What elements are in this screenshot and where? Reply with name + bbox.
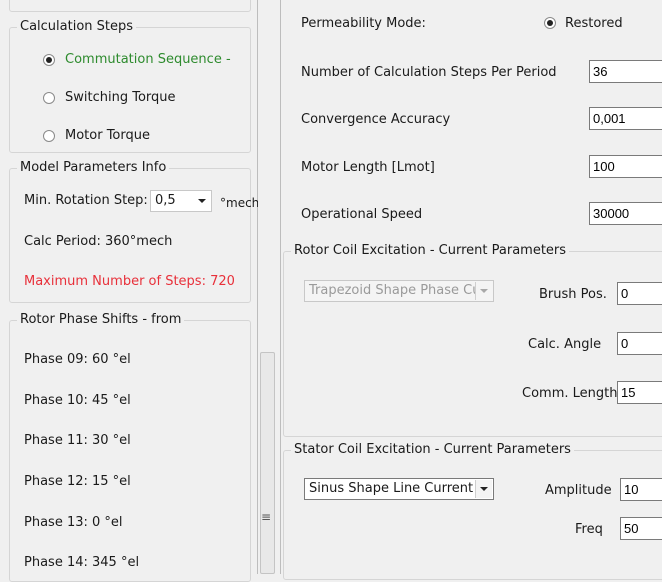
- brush-pos-label: Brush Pos.: [539, 287, 607, 302]
- rotor-phase-shifts-group: Rotor Phase Shifts - from Phase 09: 60 °…: [9, 312, 251, 582]
- panel-splitter[interactable]: ≡: [258, 0, 280, 574]
- motor-length-label: Motor Length [Lmot]: [301, 160, 435, 175]
- radio-label: Restored: [565, 16, 623, 31]
- freq-label: Freq: [575, 522, 603, 537]
- radio-label: Motor Torque: [65, 128, 150, 143]
- stator-excitation-group: Stator Coil Excitation - Current Paramet…: [283, 442, 662, 580]
- list-item: Phase 10: 45 °el: [24, 393, 131, 408]
- min-rotation-select[interactable]: 0,5: [150, 190, 212, 212]
- calc-steps-label: Number of Calculation Steps Per Period: [301, 65, 557, 80]
- convergence-accuracy-label: Convergence Accuracy: [301, 112, 451, 127]
- motor-length-input[interactable]: [589, 155, 662, 178]
- rotor-excitation-title: Rotor Coil Excitation - Current Paramete…: [291, 243, 570, 259]
- list-item: Phase 11: 30 °el: [24, 433, 131, 448]
- model-parameters-title: Model Parameters Info: [17, 160, 170, 176]
- max-steps-text: Maximum Number of Steps: 720: [24, 274, 235, 289]
- comm-length-label: Comm. Length: [522, 386, 618, 401]
- convergence-accuracy-input[interactable]: [589, 107, 662, 130]
- stator-shape-select[interactable]: Sinus Shape Line Current: [304, 478, 494, 500]
- calc-steps-input[interactable]: [589, 60, 662, 83]
- radio-label: Commutation Sequence -: [65, 52, 231, 67]
- splitter-handle[interactable]: [260, 352, 275, 574]
- rotor-phase-shifts-title: Rotor Phase Shifts - from: [17, 312, 185, 328]
- amplitude-input[interactable]: [620, 478, 662, 501]
- comm-length-input[interactable]: [617, 381, 662, 404]
- brush-pos-input[interactable]: [617, 282, 662, 305]
- calc-angle-input[interactable]: [617, 332, 662, 355]
- rotor-shape-select[interactable]: Trapezoid Shape Phase Cu: [304, 280, 494, 302]
- stator-excitation-title: Stator Coil Excitation - Current Paramet…: [291, 442, 574, 458]
- calculation-steps-title: Calculation Steps: [17, 19, 137, 35]
- operational-speed-label: Operational Speed: [301, 207, 423, 222]
- left-panel: Calculation Steps Commutation Sequence -…: [0, 0, 259, 582]
- radio-indicator[interactable]: [544, 17, 556, 29]
- min-rotation-label: Min. Rotation Step:: [24, 193, 148, 208]
- chevron-down-icon[interactable]: [193, 192, 210, 210]
- radio-indicator[interactable]: [43, 92, 55, 104]
- list-item: Phase 13: 0 °el: [24, 515, 123, 530]
- calc-period-text: Calc Period: 360°mech: [24, 234, 173, 249]
- model-parameters-group: Model Parameters Info Min. Rotation Step…: [9, 160, 259, 303]
- calculation-steps-group: Calculation Steps Commutation Sequence -…: [9, 19, 251, 153]
- radio-indicator[interactable]: [43, 54, 55, 66]
- amplitude-label: Amplitude: [545, 483, 612, 498]
- rotor-shape-value: Trapezoid Shape Phase Cu: [309, 283, 481, 298]
- radio-label: Switching Torque: [65, 90, 176, 105]
- rotor-excitation-group: Rotor Coil Excitation - Current Paramete…: [283, 243, 662, 437]
- stator-shape-value: Sinus Shape Line Current: [309, 481, 474, 496]
- list-item: Phase 14: 345 °el: [24, 555, 140, 570]
- top-group-remnant: [9, 0, 251, 12]
- chevron-down-icon[interactable]: [475, 480, 492, 498]
- radio-indicator[interactable]: [43, 130, 55, 142]
- freq-input[interactable]: [620, 517, 662, 540]
- min-rotation-value: 0,5: [155, 193, 176, 208]
- calc-angle-label: Calc. Angle: [528, 337, 602, 352]
- list-item: Phase 09: 60 °el: [24, 352, 131, 367]
- min-rotation-unit: °mech: [220, 196, 260, 210]
- permeability-mode-label: Permeability Mode:: [301, 16, 426, 31]
- operational-speed-input[interactable]: [589, 202, 662, 225]
- grip-icon[interactable]: ≡: [261, 509, 271, 525]
- list-item: Phase 12: 15 °el: [24, 474, 131, 489]
- chevron-down-icon[interactable]: [475, 282, 492, 300]
- right-panel: Permeability Mode: Restored Number of Ca…: [280, 0, 662, 580]
